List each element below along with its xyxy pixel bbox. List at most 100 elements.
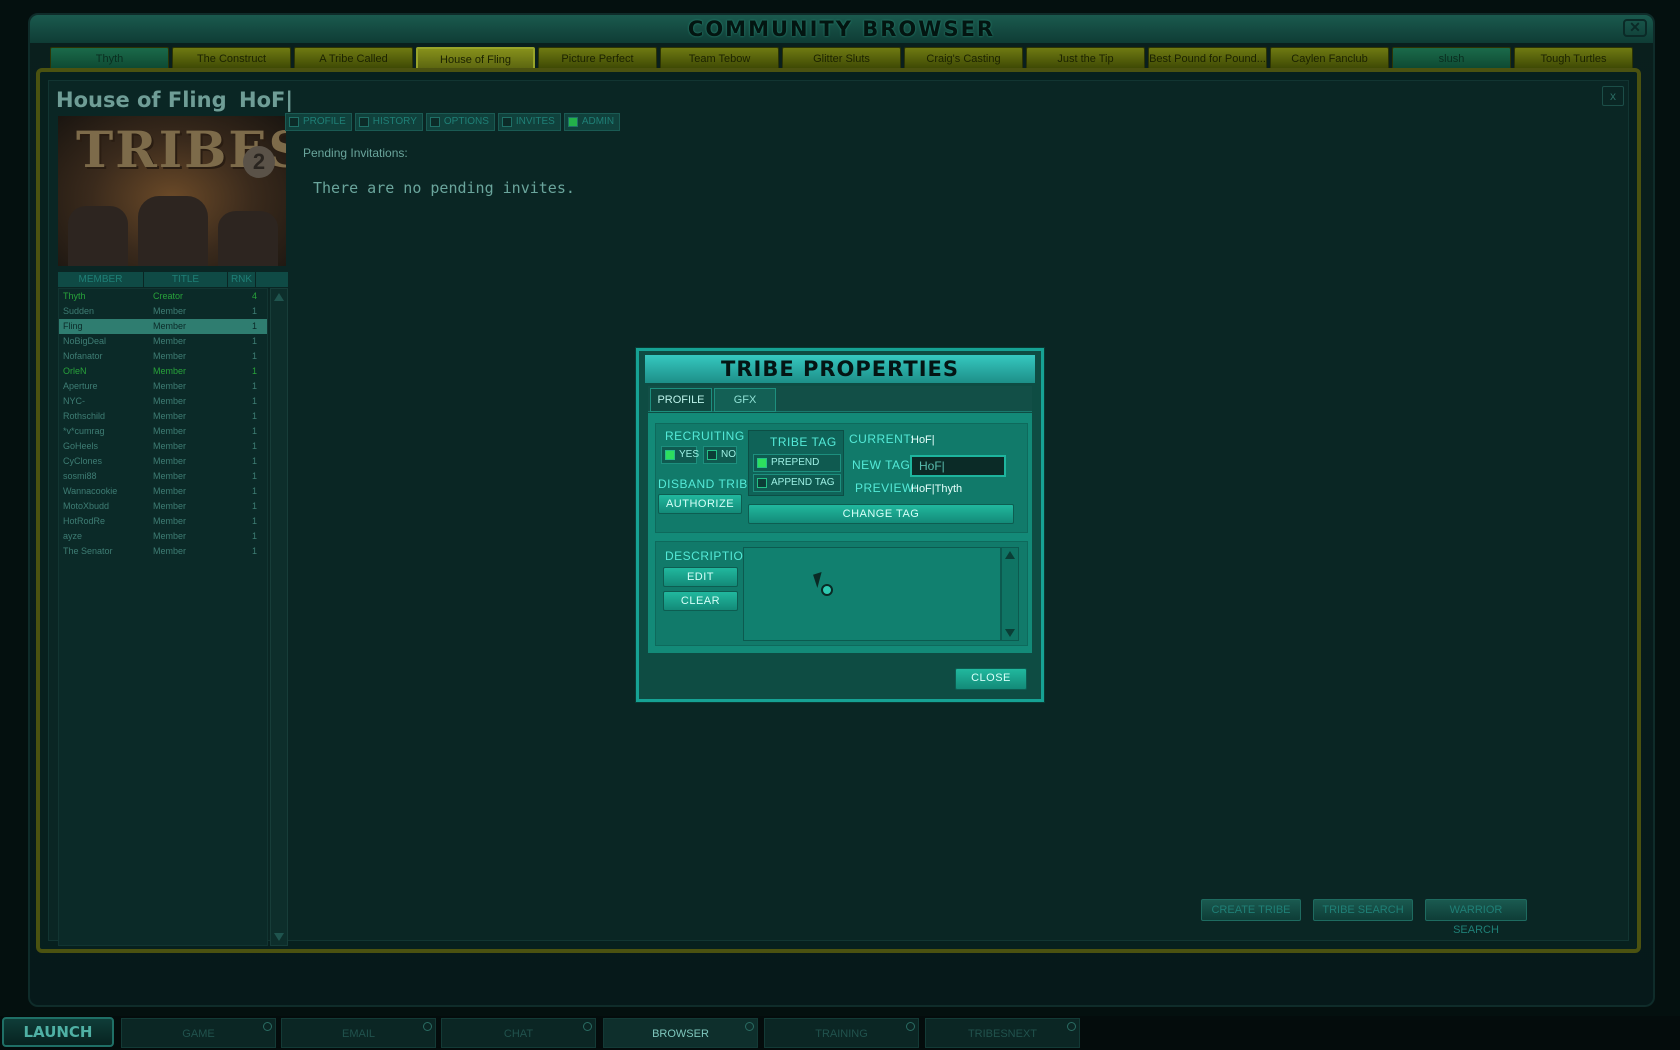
tab-tough-turtles[interactable]: Tough Turtles [1514,47,1633,69]
subtab-profile[interactable]: PROFILE [285,113,352,131]
roster-rank: 1 [251,531,257,541]
tab-glitter-sluts[interactable]: Glitter Sluts [782,47,901,69]
create-tribe-button[interactable]: CREATE TRIBE [1201,899,1301,921]
table-row[interactable]: Thyth Creator 4 [59,289,267,304]
table-row[interactable]: Aperture Member 1 [59,379,267,394]
tribe-subtabs: PROFILE HISTORY OPTIONS INVITES ADMIN [285,113,621,131]
recruiting-yes-checkbox[interactable]: YES [661,446,699,464]
table-row[interactable]: ayze Member 1 [59,529,267,544]
close-button[interactable]: CLOSE [955,668,1027,690]
checkbox-icon [429,117,440,127]
close-icon[interactable]: ✕ [1623,19,1647,37]
subtab-history[interactable]: HISTORY [354,113,423,131]
roster-rank: 1 [251,501,257,511]
taskbar-training[interactable]: TRAINING [764,1018,919,1048]
taskbar-game[interactable]: GAME [121,1018,276,1048]
tab-a-tribe-called[interactable]: A Tribe Called [294,47,413,69]
prepend-tag-checkbox[interactable]: PREPEND TAG [753,454,841,484]
table-row[interactable]: NoBigDeal Member 1 [59,334,267,349]
roster-title: Member [153,426,187,436]
roster-title: Member [153,501,187,511]
table-row[interactable]: Fling Member 1 [59,319,267,334]
roster-title: Member [153,516,187,526]
current-label: CURRENT: [849,432,914,446]
roster-title: Member [153,396,187,406]
roster-title: Member [153,441,187,451]
subtab-options[interactable]: OPTIONS [425,113,495,131]
table-row[interactable]: *v*cumrag Member 1 [59,424,267,439]
description-textarea[interactable] [743,547,1001,641]
table-row[interactable]: HotRodRe Member 1 [59,514,267,529]
pending-invitations-label: Pending Invitations: [303,146,408,160]
roster-rank: 1 [251,486,257,496]
warrior-search-button[interactable]: WARRIOR SEARCH [1425,899,1527,936]
new-tag-input[interactable]: HoF| [910,455,1006,477]
roster-rank: 1 [251,516,257,526]
subtab-admin[interactable]: ADMIN [563,113,621,131]
authorize-button[interactable]: AUTHORIZE [658,494,742,514]
dialog-tab-profile[interactable]: PROFILE [650,388,712,412]
tab-just-the-tip[interactable]: Just the Tip [1026,47,1145,69]
roster-title: Member [153,456,187,466]
checkbox-icon [289,117,299,127]
table-row[interactable]: The Senator Member 1 [59,544,267,559]
clear-description-button[interactable]: CLEAR [663,591,738,611]
recruiting-no-checkbox[interactable]: NO [703,446,737,464]
window-title: COMMUNITY BROWSER [30,15,1653,43]
tab-best-pound[interactable]: Best Pound for Pound... [1148,47,1267,69]
table-row[interactable]: MotoXbudd Member 1 [59,499,267,514]
scroll-down-icon[interactable] [274,933,284,941]
roster-rank: 1 [251,351,257,361]
taskbar-email[interactable]: EMAIL [281,1018,436,1048]
table-row[interactable]: OrleN Member 1 [59,364,267,379]
table-row[interactable]: GoHeels Member 1 [59,439,267,454]
roster-name: Sudden [63,306,95,316]
scroll-down-icon[interactable] [1005,629,1015,637]
subtab-invites[interactable]: INVITES [497,113,561,131]
edit-description-button[interactable]: EDIT [663,567,738,587]
description-scrollbar[interactable] [1001,547,1019,641]
table-row[interactable]: sosmi88 Member 1 [59,469,267,484]
table-row[interactable]: Nofanator Member 1 [59,349,267,364]
roster-rank: 1 [251,336,257,346]
table-row[interactable]: Sudden Member 1 [59,304,267,319]
table-row[interactable]: CyClones Member 1 [59,454,267,469]
tab-caylen-fanclub[interactable]: Caylen Fanclub [1270,47,1389,69]
launch-button[interactable]: LAUNCH [2,1017,114,1047]
status-dot-icon [423,1022,432,1031]
roster-title: Member [153,471,187,481]
tab-thyth[interactable]: Thyth [50,47,169,69]
tab-team-tebow[interactable]: Team Tebow [660,47,779,69]
taskbar-chat[interactable]: CHAT [441,1018,596,1048]
table-row[interactable]: Rothschild Member 1 [59,409,267,424]
roster-title: Member [153,351,187,361]
roster-rank: 1 [251,456,257,466]
tribe-search-button[interactable]: TRIBE SEARCH [1313,899,1413,921]
panel-close-button[interactable]: x [1602,86,1624,106]
table-row[interactable]: NYC- Member 1 [59,394,267,409]
description-label: DESCRIPTION [665,549,753,563]
taskbar-browser[interactable]: BROWSER [603,1018,758,1048]
tribe-tag: HoF| [239,88,294,112]
checkbox-icon [665,450,675,460]
scroll-up-icon[interactable] [1005,551,1015,559]
logo-number: 2 [243,146,275,178]
scroll-up-icon[interactable] [274,293,284,301]
tab-the-construct[interactable]: The Construct [172,47,291,69]
dialog-tab-gfx[interactable]: GFX [714,388,776,412]
change-tag-button[interactable]: CHANGE TAG [748,504,1014,524]
current-tag-value: HoF| [911,434,935,446]
taskbar-tribesnext[interactable]: TRIBESNEXT [925,1018,1080,1048]
column-title[interactable]: TITLE [144,272,228,287]
busy-indicator-icon [821,584,833,596]
roster-scrollbar[interactable] [270,288,288,946]
roster-title: Member [153,486,187,496]
tab-picture-perfect[interactable]: Picture Perfect [538,47,657,69]
tab-slush[interactable]: slush [1392,47,1511,69]
column-rank[interactable]: RNK [228,272,256,287]
tab-craigs-casting[interactable]: Craig's Casting [904,47,1023,69]
column-member[interactable]: MEMBER [58,272,144,287]
status-dot-icon [1067,1022,1076,1031]
append-tag-checkbox[interactable]: APPEND TAG [753,474,841,492]
table-row[interactable]: Wannacookie Member 1 [59,484,267,499]
